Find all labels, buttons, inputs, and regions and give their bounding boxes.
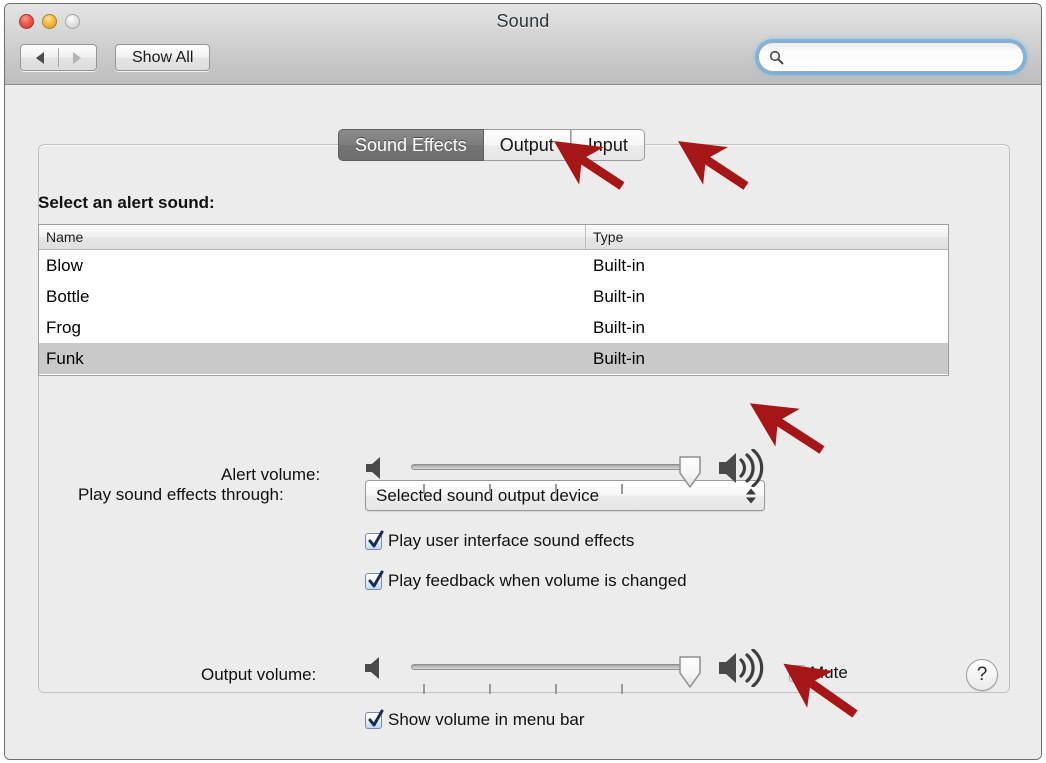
checkbox-show-volume-menu-bar[interactable]: Show volume in menu bar xyxy=(365,709,585,730)
help-button[interactable]: ? xyxy=(966,659,998,691)
search-input[interactable] xyxy=(788,48,1007,66)
checkbox-box[interactable] xyxy=(365,709,384,729)
tab-sound-effects[interactable]: Sound Effects xyxy=(338,129,484,161)
chevron-up-icon xyxy=(746,488,756,494)
checkbox-box[interactable] xyxy=(365,530,384,550)
table-row[interactable]: Frog Built-in xyxy=(39,312,948,343)
tab-input-label: Input xyxy=(587,134,628,155)
column-header-type[interactable]: Type xyxy=(586,225,948,249)
checkmark-icon xyxy=(368,709,384,726)
checkmark-icon xyxy=(368,530,384,547)
speaker-high-icon xyxy=(719,449,764,487)
search-icon xyxy=(769,50,784,64)
checkbox-play-feedback-volume[interactable]: Play feedback when volume is changed xyxy=(365,570,687,591)
sound-preferences-window: Sound Show All Sound Effects Output Inpu… xyxy=(4,3,1042,760)
play-through-popup[interactable]: Selected sound output device xyxy=(365,480,765,511)
checkbox-play-ui-sound-effects[interactable]: Play user interface sound effects xyxy=(365,530,635,551)
search-field-focus-ring xyxy=(758,42,1024,72)
checkbox-label: Play user interface sound effects xyxy=(388,531,635,550)
table-row-selected[interactable]: Funk Built-in xyxy=(39,343,948,374)
output-volume-thumb[interactable] xyxy=(678,655,702,689)
output-volume-label: Output volume: xyxy=(201,665,317,684)
cell-name: Frog xyxy=(46,317,81,337)
preferences-body: Sound Effects Output Input Select an ale… xyxy=(5,85,1041,759)
show-all-button[interactable]: Show All xyxy=(115,44,211,71)
alert-volume-track[interactable] xyxy=(411,464,696,470)
window-titlebar: Sound Show All xyxy=(5,4,1041,85)
table-row[interactable]: Blow Built-in xyxy=(39,250,948,281)
tab-output[interactable]: Output xyxy=(483,129,571,161)
cell-name: Funk xyxy=(46,348,84,368)
checkbox-label: Show volume in menu bar xyxy=(388,710,585,729)
output-volume-track[interactable] xyxy=(411,664,696,670)
select-alert-sound-label: Select an alert sound: xyxy=(38,193,215,212)
cell-name: Blow xyxy=(46,255,83,275)
cell-type: Built-in xyxy=(593,317,645,337)
window-title: Sound xyxy=(496,11,550,31)
cell-name: Bottle xyxy=(46,286,90,306)
forward-button xyxy=(59,45,97,70)
tab-bar: Sound Effects Output Input xyxy=(338,129,645,161)
navigation-segmented-control xyxy=(20,44,97,71)
checkbox-box[interactable] xyxy=(365,570,384,590)
alert-sounds-table[interactable]: Name Type Blow Built-in Bottle Built-in … xyxy=(38,224,949,376)
tab-sound-effects-label: Sound Effects xyxy=(355,134,467,155)
column-header-name[interactable]: Name xyxy=(39,225,586,249)
popup-stepper-arrows xyxy=(746,488,756,503)
checkbox-label: Mute xyxy=(810,663,848,682)
chevron-left-icon xyxy=(35,51,44,64)
tab-output-label: Output xyxy=(499,134,554,155)
cell-type: Built-in xyxy=(593,255,645,275)
play-through-value: Selected sound output device xyxy=(376,485,600,505)
search-field[interactable] xyxy=(758,42,1024,72)
table-row[interactable]: Bottle Built-in xyxy=(39,281,948,312)
tab-input[interactable]: Input xyxy=(570,129,645,161)
checkbox-box[interactable] xyxy=(789,664,806,682)
speaker-low-icon xyxy=(365,657,379,679)
cell-type: Built-in xyxy=(593,286,645,306)
back-button[interactable] xyxy=(21,45,59,70)
checkbox-label: Play feedback when volume is changed xyxy=(388,571,687,590)
cell-type: Built-in xyxy=(593,348,645,368)
chevron-right-icon xyxy=(73,51,82,64)
chevron-down-icon xyxy=(746,497,756,503)
speaker-low-icon xyxy=(366,457,380,479)
play-through-label: Play sound effects through: xyxy=(78,485,284,504)
alert-volume-label: Alert volume: xyxy=(221,465,321,484)
speaker-high-icon xyxy=(719,649,764,687)
alert-volume-thumb[interactable] xyxy=(678,455,702,489)
checkbox-mute[interactable]: Mute xyxy=(789,663,848,683)
table-header-row: Name Type xyxy=(39,225,948,250)
checkmark-icon xyxy=(368,570,384,587)
